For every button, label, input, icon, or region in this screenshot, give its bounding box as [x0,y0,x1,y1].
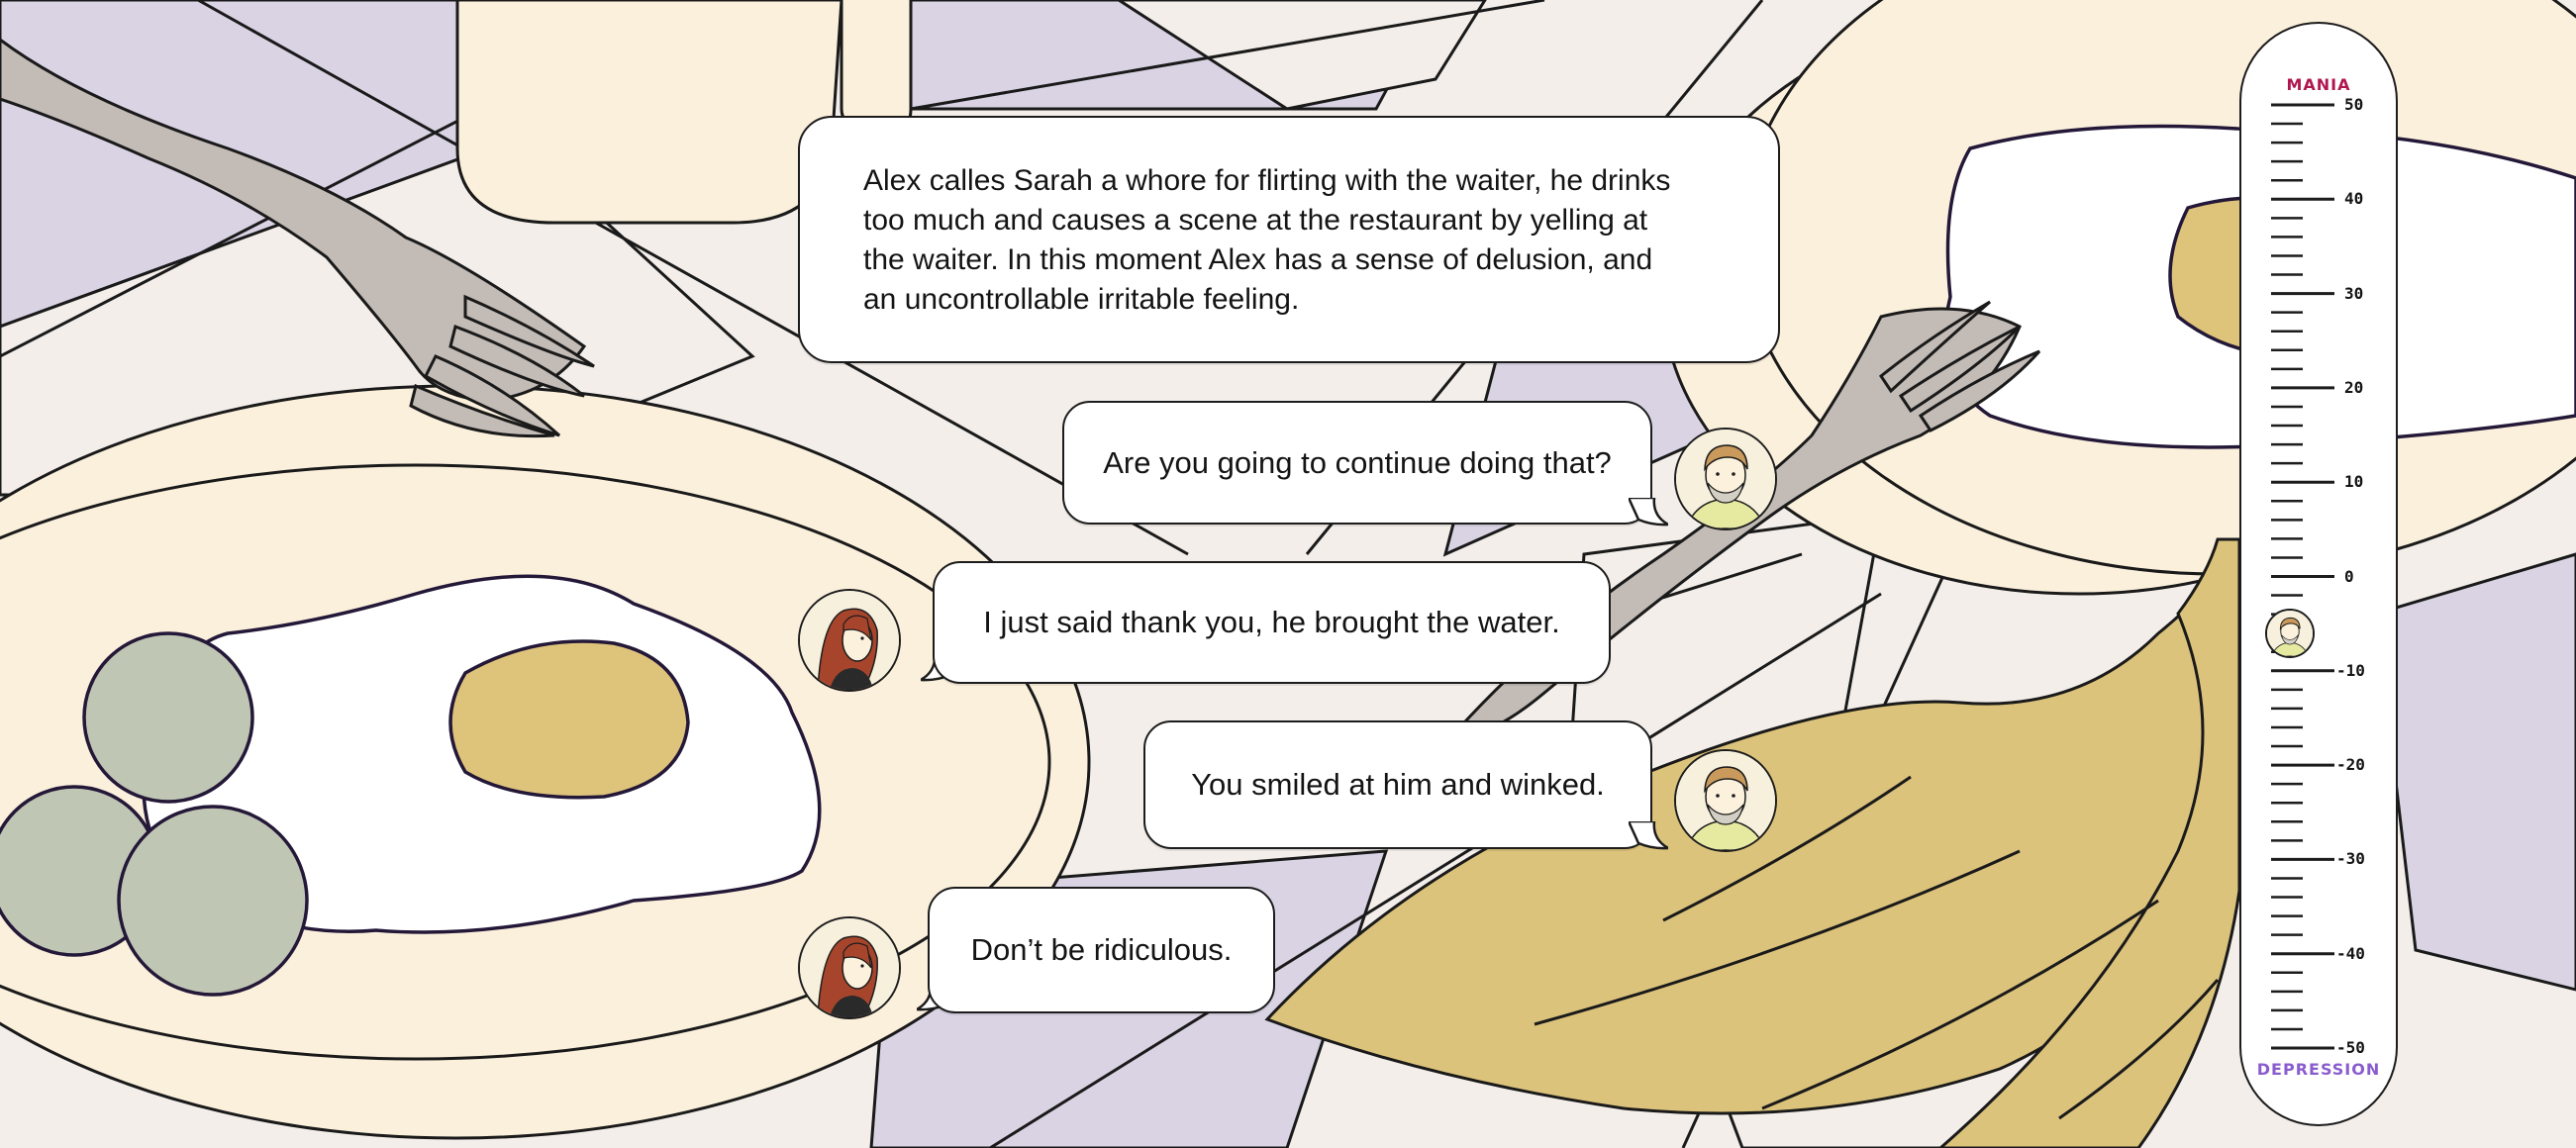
chat-bubble-alex: You smiled at him and winked. [1143,720,1652,849]
woman-portrait-icon [800,918,899,1017]
narration-line: too much and causes a scene at the resta… [863,204,1648,237]
narration-line: Alex calles Sarah a whore for flirting w… [863,164,1671,197]
meter-tick-label: 30 [2344,283,2364,303]
meter-tick-label: -10 [2336,660,2365,680]
alex-avatar [1674,749,1777,852]
meter-tick-label: -50 [2336,1038,2365,1057]
narration-box: Alex calles Sarah a whore for flirting w… [798,116,1780,363]
meter-tick-label: 50 [2344,95,2364,114]
meter-scale [2271,103,2334,1050]
chat-bubble-alex: Are you going to continue doing that? [1062,401,1652,525]
alex-mood-marker [2265,608,2315,658]
mood-meter: MANIA DEPRESSION 50 40 30 20 10 0 -10 -20 -30 -40… [2239,22,2398,1126]
woman-portrait-icon [800,591,899,690]
meter-tick-label: -40 [2336,943,2365,963]
bubble-tail [1629,498,1668,526]
man-portrait-icon [2267,610,2313,656]
meter-tick-label: 40 [2344,189,2364,209]
narration-text: Alex calles Sarah a whore for flirting w… [863,161,1670,320]
bubble-tail [1629,821,1668,850]
narration-line: the waiter. In this moment Alex has a se… [863,243,1653,276]
sarah-avatar [798,916,901,1019]
chat-bubble-sarah: I just said thank you, he brought the wa… [933,561,1611,684]
man-portrait-icon [1676,751,1775,850]
meter-tick-label: 0 [2344,566,2354,586]
man-portrait-icon [1676,430,1775,528]
narration-line: an uncontrollable irritable feeling. [863,283,1300,316]
sarah-avatar [798,589,901,692]
alex-avatar [1674,428,1777,530]
message-text: Are you going to continue doing that? [1103,444,1612,480]
meter-tick-label: -30 [2336,849,2365,869]
meter-tick-label: 10 [2344,472,2364,492]
message-text: I just said thank you, he brought the wa… [983,605,1560,639]
meter-tick-label: -20 [2336,755,2365,775]
message-text: Don’t be ridiculous. [970,932,1233,967]
message-text: You smiled at him and winked. [1191,767,1605,802]
chat-bubble-sarah: Don’t be ridiculous. [928,887,1275,1013]
meter-tick-label: 20 [2344,377,2364,397]
